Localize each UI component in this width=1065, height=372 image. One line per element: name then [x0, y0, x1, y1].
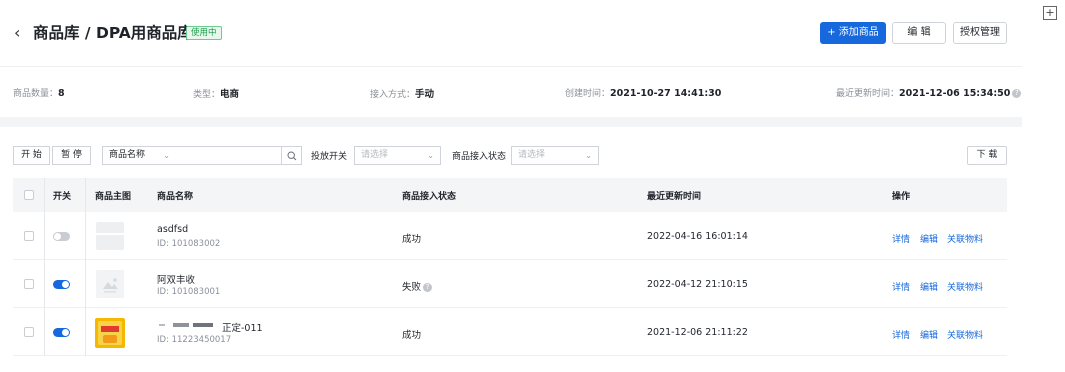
product-status: 失败? [402, 279, 433, 293]
info-updated-time: 最近更新时间：2021-12-06 15:34:50? [836, 86, 1022, 99]
product-name: asdfsd [157, 224, 189, 235]
column-header-switch: 开关 [53, 192, 72, 202]
product-updated-time: 2021-12-06 21:11:22 [647, 327, 748, 338]
authorization-button[interactable]: 授权管理 [953, 22, 1007, 44]
info-created-time: 创建时间：2021-10-27 14:41:30 [565, 88, 722, 99]
product-updated-time: 2022-04-16 16:01:14 [647, 231, 748, 242]
select-all-checkbox[interactable] [24, 190, 34, 200]
page-header: ‹ 商品库 / DPA用商品库 使用中 + 添加商品 编 辑 授权管理 [0, 0, 1022, 66]
chevron-down-icon: ⌄ [427, 151, 434, 160]
column-divider [85, 260, 86, 308]
column-header-actions: 操作 [892, 192, 911, 202]
product-name: 正定-011 [222, 323, 263, 334]
product-thumbnail [96, 222, 124, 250]
section-separator [0, 117, 1022, 127]
search-input[interactable] [176, 146, 282, 165]
column-divider [44, 260, 45, 308]
chevron-left-icon[interactable]: ‹ [14, 23, 20, 42]
pause-button[interactable]: 暂 停 [52, 146, 91, 165]
table-row: 阿双丰收 ID: 101083001 失败? 2022-04-12 21:10:… [13, 260, 1007, 308]
column-header-name: 商品名称 [157, 192, 194, 202]
header-divider [0, 66, 1022, 67]
table-row: asdfsd ID: 101083002 成功 2022-04-16 16:01… [13, 212, 1007, 260]
image-placeholder-icon [96, 270, 124, 298]
edit-link[interactable]: 编辑 [920, 232, 938, 245]
chevron-down-icon: ⌄ [163, 151, 170, 160]
column-header-status: 商品接入状态 [402, 192, 457, 202]
product-thumbnail [95, 318, 125, 348]
search-field-select[interactable]: 商品名称 ⌄ [102, 146, 177, 165]
add-product-button[interactable]: + 添加商品 [820, 22, 886, 44]
detail-link[interactable]: 详情 [892, 280, 910, 293]
related-material-link[interactable]: 关联物料 [947, 280, 983, 293]
related-material-link[interactable]: 关联物料 [947, 232, 983, 245]
product-id: ID: 101083001 [157, 287, 221, 297]
column-divider [44, 178, 45, 212]
edit-link[interactable]: 编辑 [920, 328, 938, 341]
help-icon[interactable]: ? [423, 283, 433, 292]
product-library-page: ‹ 商品库 / DPA用商品库 使用中 + 添加商品 编 辑 授权管理 商品数量… [0, 0, 1022, 372]
column-divider [85, 212, 86, 260]
status-badge: 使用中 [186, 26, 222, 40]
status-filter-label: 商品接入状态 [452, 152, 507, 162]
row-checkbox[interactable] [24, 279, 34, 289]
product-status: 成功 [402, 330, 422, 341]
start-button[interactable]: 开 始 [13, 146, 50, 165]
search-icon[interactable] [281, 146, 302, 165]
column-header-image: 商品主图 [95, 192, 132, 202]
detail-link[interactable]: 详情 [892, 328, 910, 341]
row-switch-toggle[interactable] [53, 232, 70, 241]
row-switch-toggle[interactable] [53, 280, 70, 289]
product-id: ID: 101083002 [157, 239, 221, 249]
edit-link[interactable]: 编辑 [920, 280, 938, 293]
row-checkbox[interactable] [24, 231, 34, 241]
row-switch-toggle[interactable] [53, 328, 70, 337]
column-divider [44, 212, 45, 260]
product-id: ID: 11223450017 [157, 335, 232, 345]
row-checkbox[interactable] [24, 327, 34, 337]
detail-link[interactable]: 详情 [892, 232, 910, 245]
product-status: 成功 [402, 234, 422, 245]
status-filter-select[interactable]: 请选择 ⌄ [511, 146, 599, 165]
info-product-count: 商品数量：8 [13, 88, 65, 99]
chevron-down-icon: ⌄ [585, 151, 592, 160]
switch-filter-select[interactable]: 请选择 ⌄ [354, 146, 441, 165]
switch-filter-label: 投放开关 [311, 152, 348, 162]
info-type: 类型：电商 [193, 89, 240, 100]
product-name: 阿双丰收 [157, 275, 196, 286]
column-divider [85, 308, 86, 356]
page-title: 商品库 / DPA用商品库 [33, 24, 193, 42]
expand-plus-icon[interactable]: + [1043, 6, 1057, 20]
blurred-name-prefix [159, 323, 217, 327]
product-updated-time: 2022-04-12 21:10:15 [647, 279, 748, 290]
table-row: 正定-011 ID: 11223450017 成功 2021-12-06 21:… [13, 308, 1007, 356]
help-icon[interactable]: ? [1012, 89, 1022, 98]
info-access-method: 接入方式：手动 [370, 89, 435, 100]
edit-button[interactable]: 编 辑 [892, 22, 946, 44]
column-header-updated: 最近更新时间 [647, 192, 702, 202]
download-button[interactable]: 下 载 [967, 146, 1007, 165]
column-divider [85, 178, 86, 212]
column-divider [44, 308, 45, 356]
related-material-link[interactable]: 关联物料 [947, 328, 983, 341]
table-header: 开关 商品主图 商品名称 商品接入状态 最近更新时间 操作 [13, 178, 1007, 212]
